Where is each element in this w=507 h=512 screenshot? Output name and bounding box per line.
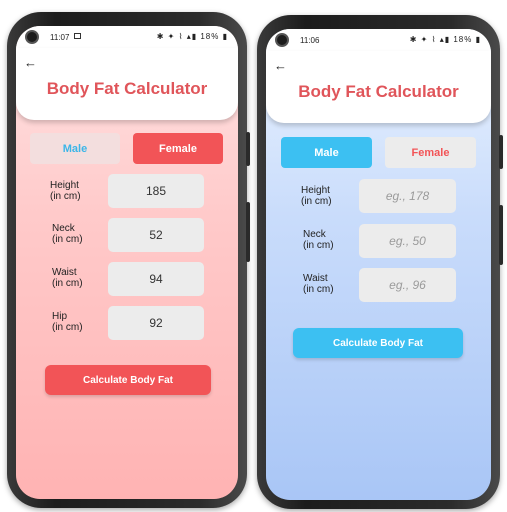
height-label-line1: Height xyxy=(50,180,79,191)
left-phone: 11:07 ✱ ✦ ⌇ ▴▮ 18% ▮ ← Body Fat Calculat… xyxy=(7,12,250,508)
neck-label-line2: (in cm) xyxy=(52,234,83,245)
page-title: Body Fat Calculator xyxy=(298,82,459,101)
neck-input[interactable]: 52 xyxy=(108,218,204,252)
page-title: Body Fat Calculator xyxy=(46,79,208,98)
height-input[interactable]: eg., 178 xyxy=(359,179,456,213)
neck-label-line1: Neck xyxy=(52,223,75,234)
right-screen: 11:06 ✱ ✦ ⌇ ▴▮ 18% ▮ ← Body Fat Calculat… xyxy=(266,29,491,500)
waist-label-line1: Waist xyxy=(303,273,328,284)
female-button[interactable]: Female xyxy=(385,137,476,168)
male-button[interactable]: Male xyxy=(281,137,372,168)
volume-button xyxy=(246,202,250,262)
left-screen: 11:07 ✱ ✦ ⌇ ▴▮ 18% ▮ ← Body Fat Calculat… xyxy=(16,26,238,499)
back-arrow-icon[interactable]: ← xyxy=(274,59,287,73)
back-arrow-icon[interactable]: ← xyxy=(24,56,37,70)
calculate-button[interactable]: Calculate Body Fat xyxy=(293,328,463,358)
neck-label: Neck (in cm) xyxy=(52,223,83,245)
height-input[interactable]: 185 xyxy=(108,174,204,208)
neck-input[interactable]: eg., 50 xyxy=(359,224,456,258)
waist-label-line1: Waist xyxy=(52,267,77,278)
male-button[interactable]: Male xyxy=(30,133,120,164)
waist-input[interactable]: eg., 96 xyxy=(359,268,456,302)
height-label-line1: Height xyxy=(301,185,330,196)
hip-label-line1: Hip xyxy=(52,311,68,322)
calculate-button[interactable]: Calculate Body Fat xyxy=(45,365,211,395)
height-label-line2: (in cm) xyxy=(301,196,332,207)
hip-input[interactable]: 92 xyxy=(108,306,204,340)
power-button xyxy=(246,132,250,166)
height-label-line2: (in cm) xyxy=(50,191,81,202)
waist-label: Waist (in cm) xyxy=(52,267,83,289)
hip-label: Hip (in cm) xyxy=(52,311,83,333)
power-button xyxy=(499,135,503,169)
neck-label-line2: (in cm) xyxy=(303,240,334,251)
app-header: ← Body Fat Calculator xyxy=(266,51,491,123)
neck-label: Neck (in cm) xyxy=(303,229,334,251)
waist-input[interactable]: 94 xyxy=(108,262,204,296)
app-header: ← Body Fat Calculator xyxy=(16,48,238,120)
hip-label-line2: (in cm) xyxy=(52,322,83,333)
height-label: Height (in cm) xyxy=(301,185,332,207)
female-button[interactable]: Female xyxy=(133,133,223,164)
waist-label-line2: (in cm) xyxy=(52,278,83,289)
height-label: Height (in cm) xyxy=(50,180,81,202)
volume-button xyxy=(499,205,503,265)
waist-label: Waist (in cm) xyxy=(303,273,334,295)
neck-label-line1: Neck xyxy=(303,229,326,240)
right-phone: 11:06 ✱ ✦ ⌇ ▴▮ 18% ▮ ← Body Fat Calculat… xyxy=(257,15,503,509)
waist-label-line2: (in cm) xyxy=(303,284,334,295)
